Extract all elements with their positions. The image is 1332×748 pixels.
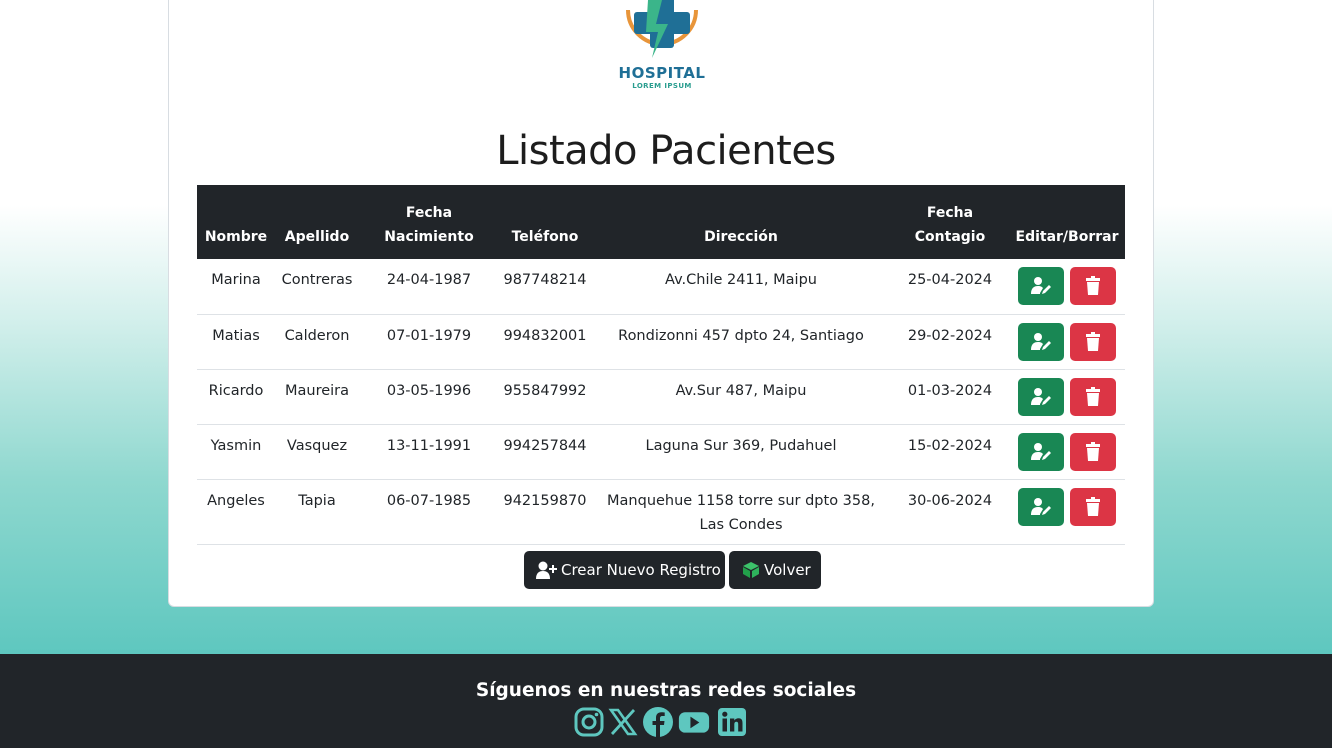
delete-button[interactable] — [1070, 322, 1117, 361]
table-row: Marina Contreras 24-04-1987 987748214 Av… — [197, 259, 1125, 315]
table-row: Matias Calderon 07-01-1979 994832001 Ron… — [197, 314, 1125, 370]
trash-icon — [1086, 276, 1101, 295]
table-header-row: Nombre Apellido Fecha Nacimiento Teléfono… — [197, 185, 1125, 259]
hospital-logo: HOSPITAL LOREM IPSUM — [612, 0, 712, 92]
cell-apellido: Vasquez — [275, 424, 359, 480]
cell-contagio: 01-03-2024 — [891, 369, 1009, 425]
cell-direccion: Manquehue 1158 torre sur dpto 358, Las C… — [591, 479, 891, 545]
create-record-button[interactable]: Crear Nuevo Registro — [524, 551, 725, 589]
youtube-icon[interactable] — [678, 706, 710, 738]
cell-telefono: 942159870 — [499, 479, 591, 545]
table-row: Angeles Tapia 06-07-1985 942159870 Manqu… — [197, 479, 1125, 545]
cell-nombre: Ricardo — [197, 369, 275, 425]
cell-actions — [1009, 369, 1125, 425]
cell-apellido: Contreras — [275, 259, 359, 315]
col-header-nombre: Nombre — [197, 185, 275, 259]
hospital-logo-icon — [626, 0, 698, 58]
footer-title: Síguenos en nuestras redes sociales — [475, 680, 857, 701]
cell-nacimiento: 24-04-1987 — [359, 259, 499, 315]
cell-telefono: 987748214 — [499, 259, 591, 315]
cell-nacimiento: 06-07-1985 — [359, 479, 499, 545]
footer: Síguenos en nuestras redes sociales — [0, 654, 1332, 748]
x-icon[interactable] — [607, 706, 639, 738]
col-header-fecha-nacimiento: Fecha Nacimiento — [359, 185, 499, 259]
cell-contagio: 25-04-2024 — [891, 259, 1009, 315]
cell-actions — [1009, 259, 1125, 315]
delete-button[interactable] — [1070, 377, 1117, 416]
user-edit-icon — [1030, 442, 1051, 460]
user-edit-icon — [1030, 497, 1051, 515]
instagram-icon[interactable] — [573, 706, 605, 738]
cell-direccion: Rondizonni 457 dpto 24, Santiago — [591, 314, 891, 370]
trash-icon — [1086, 441, 1101, 461]
box-back-icon — [743, 562, 759, 578]
cell-direccion: Laguna Sur 369, Pudahuel — [591, 424, 891, 480]
cell-telefono: 955847992 — [499, 369, 591, 425]
edit-button[interactable] — [1017, 267, 1064, 305]
linkedin-icon[interactable] — [716, 706, 748, 738]
cell-apellido: Calderon — [275, 314, 359, 370]
col-header-direccion: Dirección — [591, 185, 891, 259]
trash-icon — [1086, 331, 1101, 351]
cell-nacimiento: 07-01-1979 — [359, 314, 499, 370]
patients-table: Nombre Apellido Fecha Nacimiento Teléfono… — [197, 185, 1125, 545]
col-header-apellido: Apellido — [275, 185, 359, 259]
trash-icon — [1086, 386, 1101, 406]
trash-icon — [1086, 496, 1101, 516]
cell-nacimiento: 03-05-1996 — [359, 369, 499, 425]
edit-button[interactable] — [1017, 377, 1064, 416]
back-label: Volver — [764, 561, 811, 579]
table-row: Yasmin Vasquez 13-11-1991 994257844 Lagu… — [197, 424, 1125, 480]
back-button[interactable]: Volver — [729, 551, 821, 589]
cell-apellido: Maureira — [275, 369, 359, 425]
user-plus-icon — [536, 561, 557, 579]
cell-contagio: 30-06-2024 — [891, 479, 1009, 545]
edit-button[interactable] — [1017, 322, 1064, 361]
col-header-fecha-contagio: Fecha Contagio — [891, 185, 1009, 259]
delete-button[interactable] — [1070, 432, 1117, 471]
cell-direccion: Av.Sur 487, Maipu — [591, 369, 891, 425]
cell-nombre: Yasmin — [197, 424, 275, 480]
cell-telefono: 994257844 — [499, 424, 591, 480]
cell-actions — [1009, 424, 1125, 480]
page-title: Listado Pacientes — [496, 128, 836, 174]
create-record-label: Crear Nuevo Registro — [561, 561, 721, 579]
col-header-acciones: Editar/Borrar — [1009, 185, 1125, 259]
user-edit-icon — [1030, 387, 1051, 405]
table-row: Ricardo Maureira 03-05-1996 955847992 Av… — [197, 369, 1125, 425]
user-edit-icon — [1030, 332, 1051, 350]
cell-actions — [1009, 314, 1125, 370]
cell-apellido: Tapia — [275, 479, 359, 545]
cell-nombre: Marina — [197, 259, 275, 315]
cell-direccion: Av.Chile 2411, Maipu — [591, 259, 891, 315]
cell-contagio: 15-02-2024 — [891, 424, 1009, 480]
cell-nombre: Angeles — [197, 479, 275, 545]
cell-nacimiento: 13-11-1991 — [359, 424, 499, 480]
user-edit-icon — [1030, 277, 1051, 294]
col-header-telefono: Teléfono — [499, 185, 591, 259]
cell-contagio: 29-02-2024 — [891, 314, 1009, 370]
edit-button[interactable] — [1017, 432, 1064, 471]
delete-button[interactable] — [1070, 267, 1117, 305]
logo-title: HOSPITAL — [618, 64, 706, 82]
cell-telefono: 994832001 — [499, 314, 591, 370]
cell-actions — [1009, 479, 1125, 545]
logo-tagline: LOREM IPSUM — [632, 82, 692, 90]
cell-nombre: Matias — [197, 314, 275, 370]
facebook-icon[interactable] — [642, 706, 674, 738]
delete-button[interactable] — [1070, 487, 1117, 526]
edit-button[interactable] — [1017, 487, 1064, 526]
